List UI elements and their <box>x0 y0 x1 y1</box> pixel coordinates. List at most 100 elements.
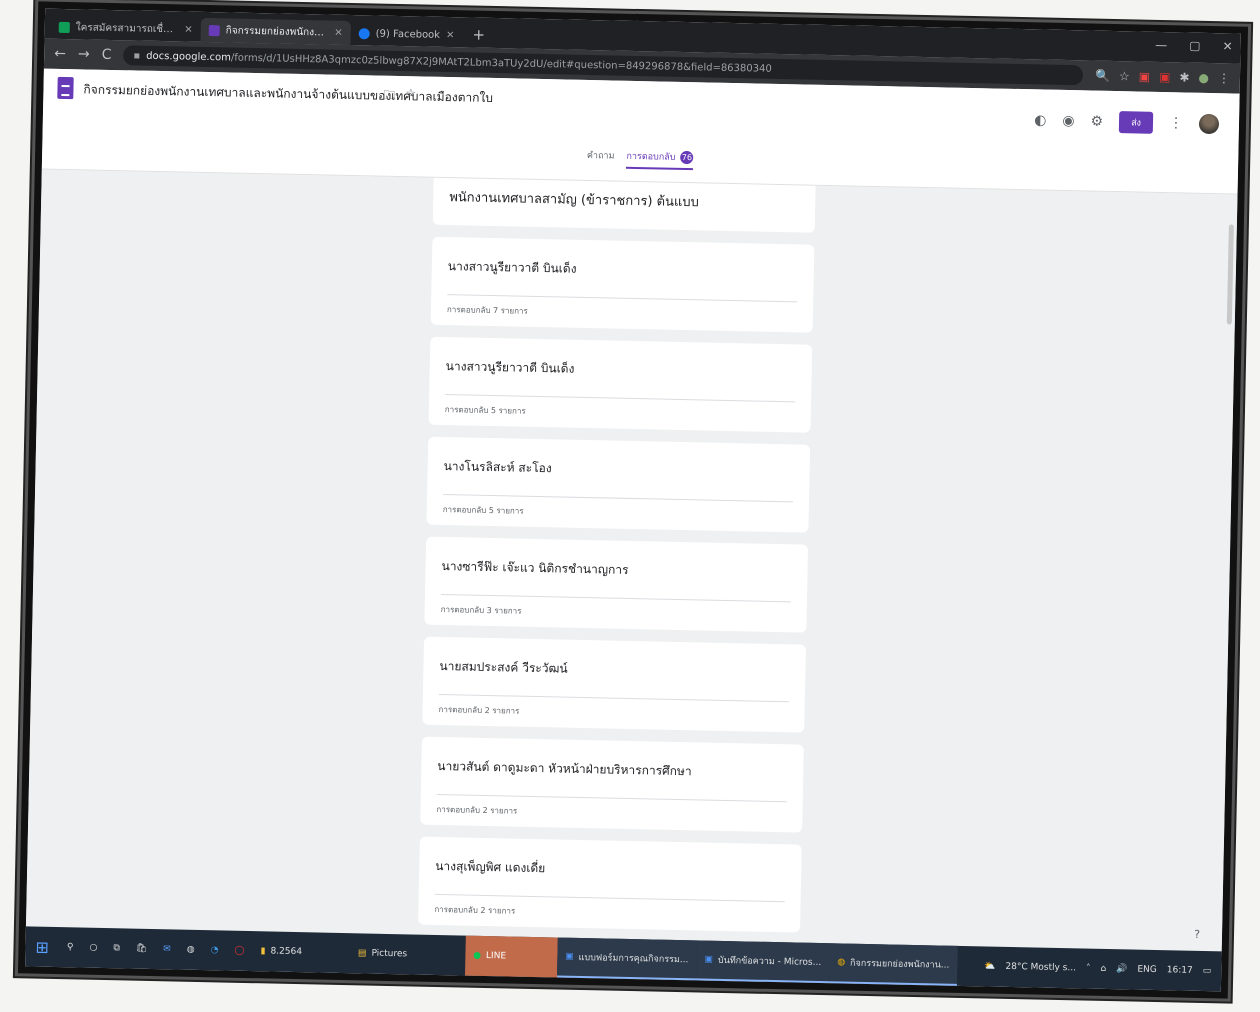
option-card[interactable]: นางสาวนูรียาวาตี บินเด็ง การตอบกลับ 7 ราย… <box>430 236 815 333</box>
response-count: การตอบกลับ 5 รายการ <box>442 505 524 516</box>
network-icon[interactable]: ⌂ <box>1100 964 1106 974</box>
cortana-icon[interactable]: ○ <box>81 928 106 968</box>
option-card[interactable]: นางโนรลิสะห์ สะโอง การตอบกลับ 5 รายการ <box>426 436 811 533</box>
url-domain: docs.google.com <box>146 50 232 63</box>
divider <box>436 793 787 803</box>
tab-responses-label: การตอบกลับ <box>626 151 676 163</box>
weather-text[interactable]: 28°C Mostly s... <box>1005 962 1076 973</box>
reload-icon[interactable]: C <box>102 47 112 63</box>
pdf-extension-icon[interactable]: ▣ <box>1159 70 1171 84</box>
option-card[interactable]: นางซารีฟ๊ะ เจ๊ะแว นิติกรชำนาญการการตอบกล… <box>424 536 809 633</box>
divider <box>445 394 796 403</box>
taskbar-app-label: บันทึกข้อความ - Micros... <box>717 955 822 969</box>
title-actions: 🗀 ☆ <box>383 86 416 108</box>
extension-icons: 🔍 ☆ ▣ ▣ ✱ ● ⋮ <box>1095 69 1230 86</box>
response-count: การตอบกลับ 2 รายการ <box>438 704 520 716</box>
taskbar-app-label: Pictures <box>371 948 408 960</box>
close-window-button[interactable]: ✕ <box>1222 39 1232 53</box>
more-vert-icon[interactable]: ⋮ <box>1169 115 1183 131</box>
option-card[interactable]: นางสุเพ็ญพิศ แดงเดี่ย การตอบกลับ 2 รายการ <box>418 836 802 933</box>
divider <box>438 693 789 703</box>
avatar[interactable] <box>1198 113 1220 135</box>
folder-icon: ▤ <box>357 948 367 959</box>
option-name: นางสาวนูรียาวาตี บินเด็ง <box>447 259 577 276</box>
volume-icon[interactable]: 🔊 <box>1116 964 1127 974</box>
close-tab-icon[interactable]: ✕ <box>184 24 193 35</box>
chrome-icon[interactable]: ◍ <box>178 930 203 970</box>
preview-eye-icon[interactable]: ◉ <box>1062 113 1075 129</box>
line-icon: ● <box>473 950 482 961</box>
help-icon[interactable]: ? <box>1194 928 1200 941</box>
palette-icon[interactable]: ◐ <box>1034 112 1047 128</box>
new-tab-button[interactable]: + <box>462 25 495 48</box>
window-controls: — ▢ ✕ <box>1155 38 1233 54</box>
taskbar-app-word-1[interactable]: ▣ แบบฟอร์มการคุณกิจกรรม... <box>556 937 697 981</box>
response-count: การตอบกลับ 3 รายการ <box>440 604 522 616</box>
response-count: การตอบกลับ 5 รายการ <box>444 405 526 416</box>
search-icon[interactable]: ⚲ <box>58 927 81 967</box>
option-card[interactable]: นายวสันต์ ดาดูมะดา หัวหน้าฝ่ายบริหารการศ… <box>420 736 804 833</box>
taskbar-app-folder[interactable]: ▮ 8.2564 <box>252 931 310 972</box>
settings-gear-icon[interactable]: ⚙ <box>1090 114 1103 130</box>
taskbar-app-line[interactable]: ● LINE <box>464 935 558 978</box>
divider <box>434 893 785 903</box>
chrome-menu-icon[interactable]: ⋮ <box>1218 71 1230 85</box>
close-tab-icon[interactable]: ✕ <box>334 27 343 38</box>
google-forms-icon[interactable] <box>57 76 74 100</box>
form-title[interactable]: กิจกรรมยกย่องพนักงานเทศบาลและพนักงานจ้าง… <box>83 80 493 108</box>
word-icon: ▣ <box>565 951 574 962</box>
word-icon: ▣ <box>704 954 714 965</box>
taskbar-app-word-2[interactable]: ▣ บันทึกข้อความ - Micros... <box>695 940 830 984</box>
chevron-up-icon[interactable]: ˄ <box>1086 964 1091 974</box>
back-icon[interactable]: ← <box>54 46 66 62</box>
send-button[interactable]: ส่ง <box>1118 111 1154 134</box>
divider <box>447 294 798 303</box>
divider <box>443 494 794 503</box>
header-actions: ◐ ◉ ⚙ ส่ง ⋮ <box>1034 109 1220 135</box>
taskbar-app-pictures[interactable]: ▤ Pictures <box>350 933 416 974</box>
browser-tab-sheets[interactable]: ใครสมัครสามารถเชื่อมต่อ - Google ชีต ✕ <box>51 15 201 42</box>
desktop: ใครสมัครสามารถเชื่อมต่อ - Google ชีต ✕ ก… <box>25 8 1241 992</box>
browser-tab-forms[interactable]: กิจกรรมยกย่องพนักงานเทศบาลและพนักงานจ้าง… <box>200 17 351 45</box>
clock[interactable]: 16:17 <box>1167 965 1193 976</box>
forward-icon[interactable]: → <box>78 46 90 62</box>
profile-icon[interactable]: ● <box>1198 71 1209 85</box>
taskbar-app-label: LINE <box>485 951 507 962</box>
star-icon[interactable]: ☆ <box>405 86 416 107</box>
option-list: นางสาวนูรียาวาตี บินเด็ง การตอบกลับ 7 ราย… <box>418 236 815 933</box>
windows-start-icon[interactable]: ⊞ <box>25 926 59 967</box>
option-card[interactable]: นายสมประสงค์ วีระวัฒน์ การตอบกลับ 2 รายกา… <box>422 636 807 733</box>
tab-questions[interactable]: คำถาม <box>587 148 615 169</box>
weather-icon[interactable]: ⛅ <box>984 961 995 971</box>
minimize-button[interactable]: — <box>1155 38 1167 52</box>
facebook-icon <box>358 27 370 39</box>
folder-icon[interactable]: 🗀 <box>383 86 395 107</box>
option-card[interactable]: นางสาวนูรียาวาตี บินเด็ง การตอบกลับ 5 ราย… <box>428 336 813 433</box>
sheets-icon <box>58 21 70 33</box>
close-tab-icon[interactable]: ✕ <box>446 29 455 40</box>
opera-icon[interactable]: ◯ <box>226 931 253 972</box>
mail-icon[interactable]: ✉ <box>155 929 179 969</box>
option-name: นางซารีฟ๊ะ เจ๊ะแว นิติกรชำนาญการ <box>441 559 629 577</box>
browser-tab-facebook[interactable]: (9) Facebook ✕ <box>350 21 462 47</box>
puzzle-icon[interactable]: ✱ <box>1179 70 1189 84</box>
extension-icon[interactable]: ▣ <box>1139 70 1151 84</box>
notification-icon[interactable]: ▭ <box>1203 966 1212 976</box>
store-icon[interactable]: 🛍 <box>127 929 155 970</box>
language-indicator[interactable]: ENG <box>1137 965 1157 975</box>
monitor-photo: ใครสมัครสามารถเชื่อมต่อ - Google ชีต ✕ ก… <box>17 1 1249 999</box>
response-count: การตอบกลับ 2 รายการ <box>436 804 518 816</box>
option-name: นายวสันต์ ดาดูมะดา หัวหน้าฝ่ายบริหารการศ… <box>437 758 692 779</box>
option-name: นางสุเพ็ญพิศ แดงเดี่ย <box>435 858 546 876</box>
task-view-icon[interactable]: ⧉ <box>105 928 128 968</box>
bookmark-star-icon[interactable]: ☆ <box>1119 69 1130 83</box>
scrollbar[interactable] <box>1226 224 1234 325</box>
zoom-icon[interactable]: 🔍 <box>1095 69 1110 83</box>
maximize-button[interactable]: ▢ <box>1189 39 1201 53</box>
forms-icon <box>208 24 220 36</box>
tab-title: กิจกรรมยกย่องพนักงานเทศบาลและพนักงานจ้าง <box>225 24 329 41</box>
taskbar-app-chrome[interactable]: ◍ กิจกรรมยกย่องพนักงาน... <box>828 943 958 986</box>
tab-responses[interactable]: การตอบกลับ 76 <box>626 148 694 171</box>
taskbar-app-label: กิจกรรมยกย่องพนักงาน... <box>849 958 950 971</box>
edge-icon[interactable]: ◔ <box>202 930 227 970</box>
